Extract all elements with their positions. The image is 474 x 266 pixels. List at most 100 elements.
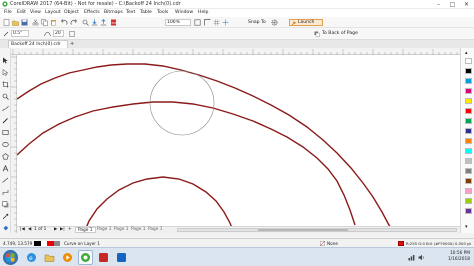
snap-to-dropdown[interactable]: Snap To bbox=[248, 20, 266, 25]
to-back-of-page-button[interactable]: To Back of Page bbox=[322, 31, 358, 36]
taskbar-app-blue[interactable] bbox=[114, 250, 129, 265]
menu-table[interactable]: Table bbox=[140, 10, 152, 15]
taskbar-app-red[interactable] bbox=[96, 250, 111, 265]
close-button[interactable]: ✕ bbox=[460, 0, 473, 8]
shape-node-icon bbox=[2, 69, 9, 76]
system-clock[interactable]: 10:56 PM 1/16/2018 bbox=[448, 251, 470, 263]
ellipse-tool[interactable] bbox=[1, 140, 10, 149]
volume-icon[interactable] bbox=[418, 254, 425, 261]
crop-tool[interactable] bbox=[1, 80, 10, 89]
redo-icon[interactable] bbox=[70, 19, 77, 26]
inner-arc-curve[interactable] bbox=[83, 176, 235, 233]
palette-swatch[interactable] bbox=[465, 168, 472, 174]
palette-swatch[interactable] bbox=[465, 138, 472, 144]
publish-pdf-icon[interactable]: PDF bbox=[110, 19, 117, 26]
new-document-icon[interactable] bbox=[3, 19, 10, 26]
palette-swatch[interactable] bbox=[465, 68, 472, 74]
menu-text[interactable]: Text bbox=[126, 10, 135, 15]
palette-swatch[interactable] bbox=[465, 108, 472, 114]
parallel-dimension-tool[interactable] bbox=[1, 176, 10, 185]
palette-swatch[interactable] bbox=[465, 98, 472, 104]
middle-arc-curve[interactable] bbox=[17, 101, 356, 226]
taskbar-media-player[interactable] bbox=[60, 250, 75, 265]
document-tab-strip: Backoff 24 Inch(0).cdr + bbox=[0, 40, 474, 48]
toolbox bbox=[0, 48, 11, 238]
shape-tool[interactable] bbox=[1, 68, 10, 77]
export-icon[interactable] bbox=[100, 19, 107, 26]
network-icon[interactable] bbox=[408, 254, 415, 261]
add-document-tab-button[interactable]: + bbox=[70, 41, 74, 47]
zoom-level-field[interactable]: 106% bbox=[165, 19, 191, 26]
palette-swatch[interactable] bbox=[465, 128, 472, 134]
taskbar-coreldraw[interactable] bbox=[78, 250, 93, 265]
cut-icon[interactable] bbox=[32, 19, 39, 26]
palette-swatch[interactable] bbox=[465, 178, 472, 184]
document-color-swatches[interactable] bbox=[34, 241, 60, 246]
palette-swatch[interactable] bbox=[465, 198, 472, 204]
menu-view[interactable]: View bbox=[30, 10, 41, 15]
undo-icon[interactable] bbox=[61, 19, 68, 26]
clock-date: 1/16/2018 bbox=[447, 257, 470, 262]
show-guidelines-icon[interactable] bbox=[222, 19, 229, 26]
palette-swatch[interactable] bbox=[465, 88, 472, 94]
import-icon[interactable] bbox=[91, 19, 98, 26]
drawing-canvas[interactable] bbox=[17, 55, 460, 233]
paste-icon[interactable] bbox=[50, 19, 57, 26]
taskbar-internet-explorer[interactable]: e bbox=[24, 250, 39, 265]
text-tool[interactable] bbox=[1, 164, 10, 173]
show-rulers-icon[interactable] bbox=[204, 19, 211, 26]
rectangle-tool[interactable] bbox=[1, 128, 10, 137]
palette-swatch[interactable] bbox=[465, 78, 472, 84]
search-content-icon[interactable] bbox=[82, 19, 89, 26]
document-tab[interactable]: Backoff 24 Inch(0).cdr bbox=[8, 40, 68, 48]
outline-color-swatch[interactable] bbox=[398, 241, 404, 246]
to-back-of-page-icon[interactable] bbox=[314, 31, 320, 37]
launch-button[interactable]: Launch bbox=[289, 19, 323, 26]
polygon-tool[interactable] bbox=[1, 152, 10, 161]
menu-tools[interactable]: Tools bbox=[157, 10, 168, 15]
node-reduce-icon[interactable] bbox=[69, 31, 75, 37]
freehand-tool[interactable] bbox=[1, 104, 10, 113]
interactive-fill-tool[interactable] bbox=[1, 224, 10, 233]
start-button[interactable] bbox=[3, 250, 18, 265]
connector-tool[interactable] bbox=[1, 188, 10, 197]
palette-swatch[interactable] bbox=[465, 58, 472, 64]
drop-shadow-tool[interactable] bbox=[1, 200, 10, 209]
palette-scroll-up-button[interactable]: ▴ bbox=[465, 50, 468, 56]
svg-text:e: e bbox=[29, 255, 33, 262]
copy-icon[interactable] bbox=[41, 19, 48, 26]
menu-bitmaps[interactable]: Bitmaps bbox=[104, 10, 123, 15]
palette-swatch[interactable] bbox=[465, 148, 472, 154]
menu-window[interactable]: Window bbox=[175, 10, 193, 15]
palette-swatch[interactable] bbox=[465, 118, 472, 124]
show-grid-icon[interactable] bbox=[213, 19, 220, 26]
menu-object[interactable]: Object bbox=[64, 10, 79, 15]
save-icon[interactable] bbox=[21, 19, 28, 26]
palette-swatch[interactable] bbox=[465, 208, 472, 214]
nodes-value-field[interactable]: 20 bbox=[53, 30, 64, 37]
palette-swatch[interactable] bbox=[465, 158, 472, 164]
outer-arc-curve[interactable] bbox=[17, 63, 391, 228]
open-folder-icon[interactable] bbox=[12, 19, 19, 26]
maximize-button[interactable]: □ bbox=[446, 0, 459, 8]
dimension-icon bbox=[2, 177, 9, 183]
zoom-tool[interactable] bbox=[1, 92, 10, 101]
pick-tool[interactable] bbox=[1, 56, 10, 65]
outline-width-field[interactable]: 0.5" bbox=[11, 30, 29, 37]
eyedropper-tool[interactable] bbox=[1, 212, 10, 221]
horizontal-ruler[interactable] bbox=[11, 48, 460, 55]
minimize-button[interactable]: – bbox=[432, 0, 445, 8]
artistic-media-tool[interactable] bbox=[1, 116, 10, 125]
full-screen-icon[interactable] bbox=[194, 19, 201, 26]
palette-swatch[interactable] bbox=[465, 188, 472, 194]
palette-scroll-down-button[interactable]: ▾ bbox=[465, 224, 468, 230]
menu-help[interactable]: Help bbox=[198, 10, 208, 15]
options-gear-icon[interactable] bbox=[271, 19, 278, 26]
horizontal-scrollbar[interactable] bbox=[177, 228, 457, 232]
menu-file[interactable]: File bbox=[4, 10, 12, 15]
menu-effects[interactable]: Effects bbox=[84, 10, 100, 15]
taskbar-file-explorer[interactable] bbox=[42, 250, 57, 265]
menu-layout[interactable]: Layout bbox=[45, 10, 61, 15]
horizontal-scroll-thumb[interactable] bbox=[258, 229, 348, 231]
menu-edit[interactable]: Edit bbox=[17, 10, 26, 15]
